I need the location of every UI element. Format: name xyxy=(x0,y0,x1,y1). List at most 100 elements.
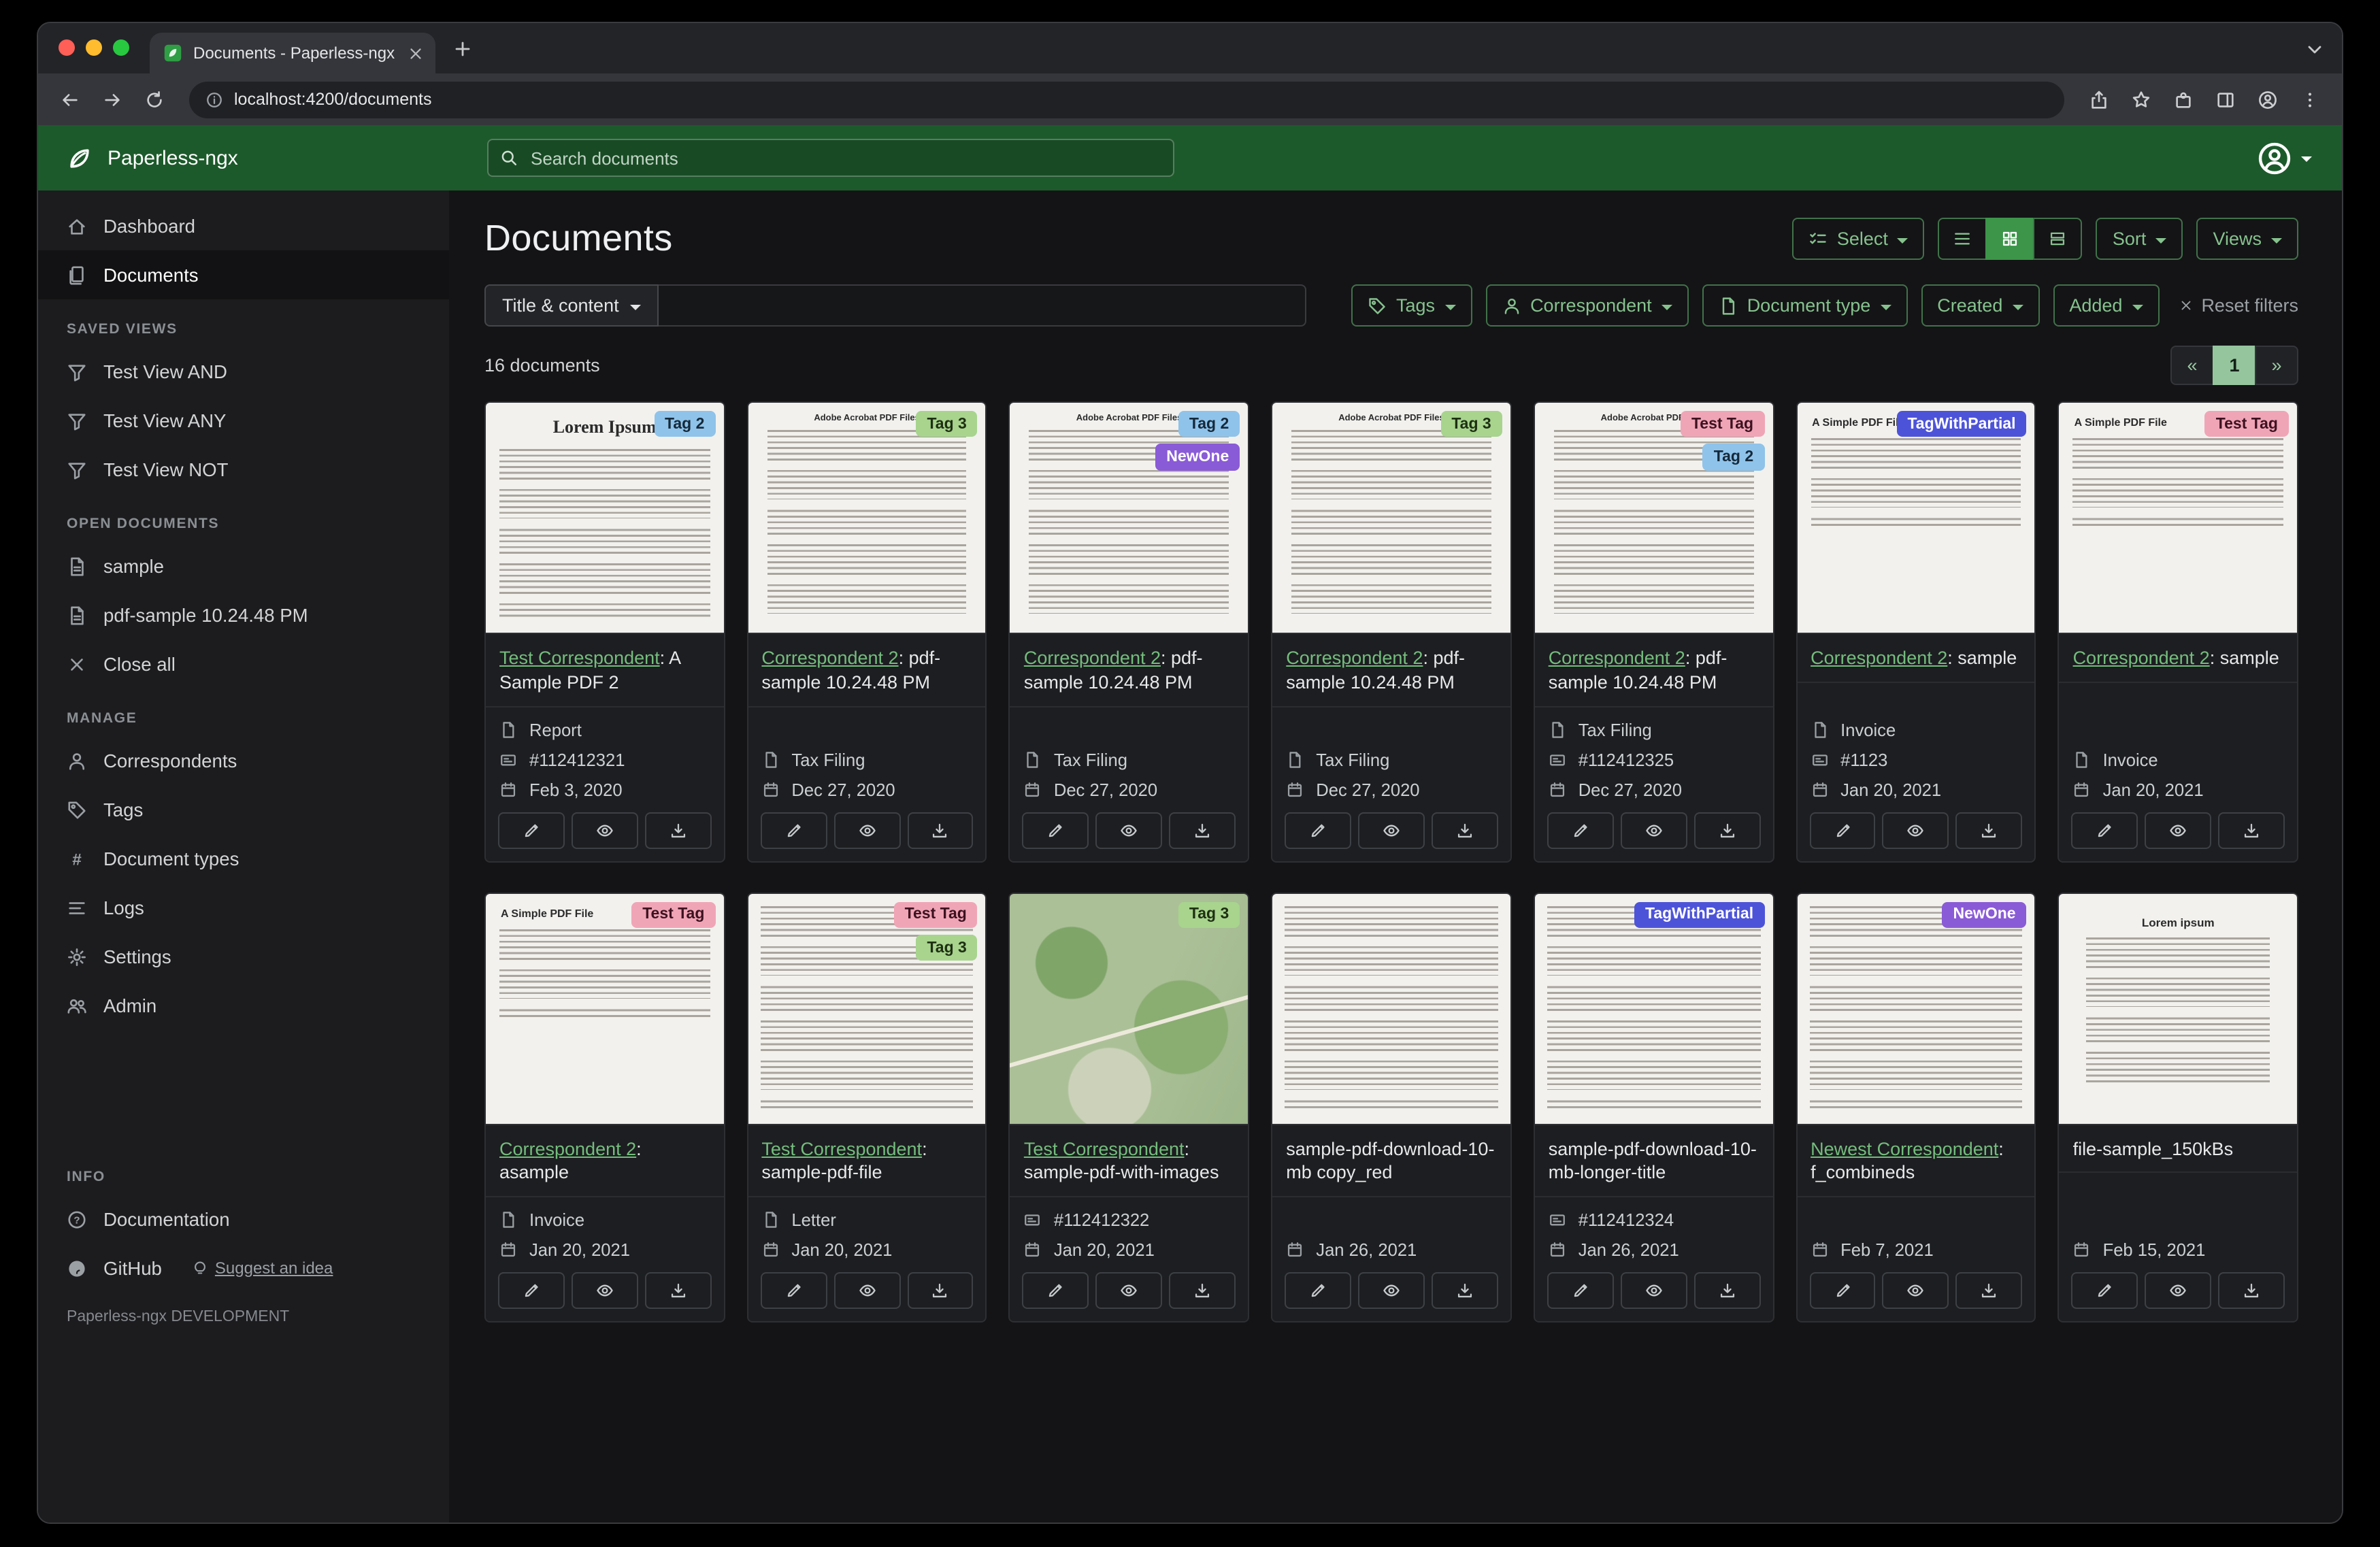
zoom-window-button[interactable] xyxy=(113,39,129,56)
sidebar-item-documentation[interactable]: ? Documentation xyxy=(38,1195,449,1244)
forward-icon[interactable] xyxy=(94,81,131,118)
document-thumbnail[interactable]: TagWithPartial xyxy=(1534,893,1773,1125)
edit-button[interactable] xyxy=(1809,1272,1876,1310)
select-button[interactable]: Select xyxy=(1791,218,1925,260)
tag-badge[interactable]: Tag 2 xyxy=(1702,444,1765,471)
tag-badge[interactable]: TagWithPartial xyxy=(1896,411,2027,437)
tag-badge[interactable]: Test Tag xyxy=(1680,411,1765,437)
tag-badge[interactable]: Test Tag xyxy=(631,901,716,928)
created-filter-button[interactable]: Created xyxy=(1921,284,2040,327)
correspondent-link[interactable]: Correspondent 2 xyxy=(761,648,898,668)
app-brand[interactable]: Paperless-ngx xyxy=(38,144,449,172)
document-thumbnail[interactable]: NewOne xyxy=(1797,893,2035,1125)
download-button[interactable] xyxy=(907,1272,974,1310)
correspondent-link[interactable]: Newest Correspondent xyxy=(1811,1138,1998,1159)
view-button[interactable] xyxy=(1620,1272,1687,1310)
tab-search-chevron-icon[interactable] xyxy=(2304,37,2326,59)
download-button[interactable] xyxy=(907,812,974,849)
sidebar-item-document-types[interactable]: # Document types xyxy=(38,834,449,883)
browser-tab[interactable]: Documents - Paperless-ngx xyxy=(150,33,435,73)
sidebar-item-saved-view-and[interactable]: Test View AND xyxy=(38,347,449,396)
tag-badge[interactable]: Tag 3 xyxy=(1440,411,1502,437)
sidebar-item-settings[interactable]: Settings xyxy=(38,932,449,981)
tag-badge[interactable]: Tag 2 xyxy=(654,411,716,437)
correspondent-link[interactable]: Correspondent 2 xyxy=(1811,648,1947,668)
close-window-button[interactable] xyxy=(59,39,75,56)
filter-query-input[interactable] xyxy=(658,284,1306,327)
side-panel-icon[interactable] xyxy=(2207,81,2244,118)
edit-button[interactable] xyxy=(760,1272,827,1310)
download-button[interactable] xyxy=(1431,1272,1498,1310)
reset-filters-button[interactable]: Reset filters xyxy=(2178,295,2298,316)
address-bar[interactable]: localhost:4200/documents xyxy=(189,81,2064,118)
sidebar-item-documents[interactable]: Documents xyxy=(38,250,449,299)
download-button[interactable] xyxy=(1955,1272,2023,1310)
download-button[interactable] xyxy=(1693,812,1761,849)
download-button[interactable] xyxy=(1169,1272,1236,1310)
correspondent-link[interactable]: Correspondent 2 xyxy=(1549,648,1685,668)
document-thumbnail[interactable]: A Simple PDF File Test Tag xyxy=(486,893,724,1125)
view-button[interactable] xyxy=(1620,812,1687,849)
document-thumbnail[interactable]: Lorem Ipsum Tag 2 xyxy=(486,403,724,634)
view-mode-list-button[interactable] xyxy=(1938,218,1987,260)
download-button[interactable] xyxy=(2218,1272,2285,1310)
view-button[interactable] xyxy=(1882,1272,1949,1310)
new-tab-button[interactable] xyxy=(446,32,479,65)
edit-button[interactable] xyxy=(1809,812,1876,849)
download-button[interactable] xyxy=(1169,812,1236,849)
tag-badge[interactable]: Test Tag xyxy=(893,901,978,928)
edit-button[interactable] xyxy=(498,812,565,849)
added-filter-button[interactable]: Added xyxy=(2053,284,2160,327)
sidebar-item-open-doc-pdf-sample[interactable]: pdf-sample 10.24.48 PM xyxy=(38,590,449,639)
download-button[interactable] xyxy=(1955,812,2023,849)
sidebar-item-github[interactable]: GitHub Suggest an idea xyxy=(38,1244,449,1293)
view-mode-details-button[interactable] xyxy=(2033,218,2083,260)
correspondent-link[interactable]: Test Correspondent xyxy=(1024,1138,1185,1159)
view-button[interactable] xyxy=(1882,812,1949,849)
tag-badge[interactable]: TagWithPartial xyxy=(1634,901,1765,928)
correspondent-link[interactable]: Correspondent 2 xyxy=(1024,648,1161,668)
correspondent-link[interactable]: Test Correspondent xyxy=(761,1138,922,1159)
sidebar-item-open-doc-sample[interactable]: sample xyxy=(38,542,449,590)
view-button[interactable] xyxy=(1358,1272,1425,1310)
filter-field-dropdown[interactable]: Title & content xyxy=(484,284,659,327)
view-button[interactable] xyxy=(833,1272,901,1310)
edit-button[interactable] xyxy=(1285,1272,1352,1310)
edit-button[interactable] xyxy=(498,1272,565,1310)
download-button[interactable] xyxy=(1693,1272,1761,1310)
sidebar-item-admin[interactable]: Admin xyxy=(38,981,449,1030)
document-thumbnail[interactable]: Lorem ipsum xyxy=(2059,893,2297,1125)
tab-close-icon[interactable] xyxy=(407,44,425,62)
view-button[interactable] xyxy=(2145,812,2212,849)
views-button[interactable]: Views xyxy=(2196,218,2298,260)
site-info-icon[interactable] xyxy=(205,90,223,108)
tag-badge[interactable]: Test Tag xyxy=(2204,411,2289,437)
edit-button[interactable] xyxy=(2071,1272,2138,1310)
extensions-puzzle-icon[interactable] xyxy=(2165,81,2202,118)
bookmark-star-icon[interactable] xyxy=(2123,81,2160,118)
download-button[interactable] xyxy=(644,1272,712,1310)
view-button[interactable] xyxy=(571,1272,638,1310)
edit-button[interactable] xyxy=(1022,812,1089,849)
sidebar-item-dashboard[interactable]: Dashboard xyxy=(38,201,449,250)
document-thumbnail[interactable]: Adobe Acrobat PDF Files Tag 3 xyxy=(1272,403,1510,634)
sidebar-item-tags[interactable]: Tags xyxy=(38,785,449,834)
correspondent-link[interactable]: Correspondent 2 xyxy=(1286,648,1423,668)
edit-button[interactable] xyxy=(1285,812,1352,849)
sidebar-item-close-all[interactable]: Close all xyxy=(38,639,449,688)
pagination-page-1-button[interactable]: 1 xyxy=(2213,346,2256,385)
document-thumbnail[interactable]: Adobe Acrobat PDF Files Tag 2 NewOne xyxy=(1010,403,1249,634)
search-input[interactable] xyxy=(487,139,1174,177)
view-button[interactable] xyxy=(571,812,638,849)
minimize-window-button[interactable] xyxy=(86,39,102,56)
share-icon[interactable] xyxy=(2081,81,2117,118)
edit-button[interactable] xyxy=(1547,1272,1614,1310)
tag-badge[interactable]: NewOne xyxy=(1155,444,1240,471)
tag-badge[interactable]: Tag 3 xyxy=(1178,901,1240,928)
document-type-filter-button[interactable]: Document type xyxy=(1702,284,1908,327)
tag-badge[interactable]: Tag 3 xyxy=(916,411,978,437)
sidebar-item-saved-view-not[interactable]: Test View NOT xyxy=(38,445,449,494)
download-button[interactable] xyxy=(644,812,712,849)
view-button[interactable] xyxy=(1358,812,1425,849)
reload-icon[interactable] xyxy=(136,81,173,118)
